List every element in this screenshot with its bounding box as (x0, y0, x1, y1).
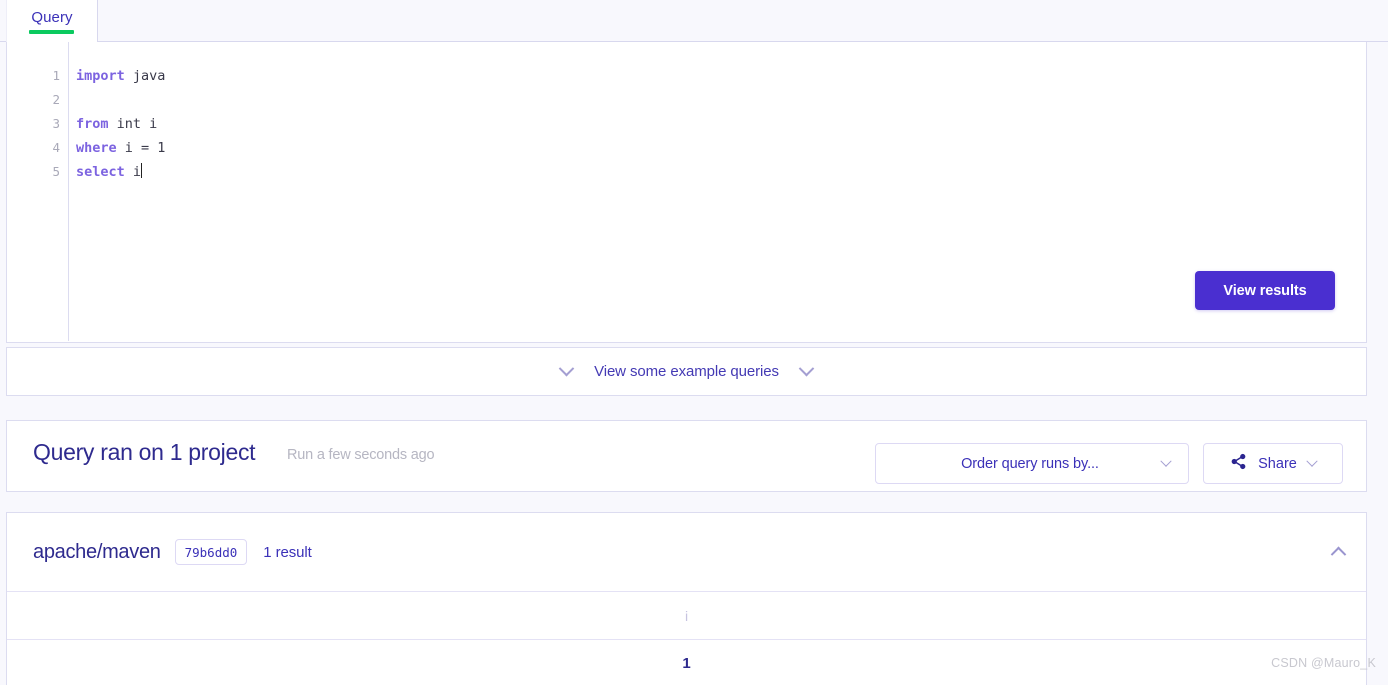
tab-query[interactable]: Query (6, 0, 98, 42)
chevron-down-icon (798, 360, 815, 377)
code-text: i (124, 164, 142, 180)
code-keyword: from (76, 116, 109, 132)
tab-active-indicator (29, 30, 74, 34)
code-keyword: import (76, 68, 125, 84)
query-editor-panel: 1 2 3 4 5 import java from int i where i… (6, 42, 1367, 343)
share-nodes-icon (1230, 453, 1247, 475)
chevron-up-icon[interactable] (1330, 546, 1347, 563)
table-row[interactable]: 1 (7, 640, 1366, 685)
run-timestamp: Run a few seconds ago (287, 447, 435, 463)
query-console-page: Query 1 2 3 4 5 import java from int i w… (0, 0, 1388, 685)
code-input-area[interactable]: import java from int i where i = 1 selec… (70, 42, 1366, 341)
line-number: 4 (52, 140, 60, 155)
column-header: i (7, 591, 1366, 640)
table-cell: 1 (682, 655, 691, 673)
share-button[interactable]: Share (1203, 443, 1343, 484)
line-number: 1 (52, 68, 60, 83)
view-example-queries-toggle[interactable]: View some example queries (7, 348, 1366, 395)
code-line: select i (76, 160, 143, 184)
results-table: i 1 (7, 591, 1366, 685)
line-number: 2 (52, 92, 60, 107)
line-number: 5 (52, 164, 60, 179)
code-keyword: where (76, 140, 117, 156)
example-queries-panel: View some example queries (6, 347, 1367, 396)
example-queries-label: View some example queries (594, 363, 779, 380)
run-info-title: Query ran on 1 project (33, 439, 256, 465)
results-table-body: 1 (7, 640, 1366, 685)
results-panel: apache/maven 79b6dd0 1 result i 1 (6, 512, 1367, 685)
code-text: java (124, 68, 166, 84)
order-query-runs-label: Order query runs by... (961, 455, 1099, 472)
code-line: where i = 1 (76, 136, 165, 160)
run-info-panel: Query ran on 1 project Run a few seconds… (6, 420, 1367, 492)
code-line: from int i (76, 112, 157, 136)
order-query-runs-select[interactable]: Order query runs by... (875, 443, 1189, 484)
editor-gutter: 1 2 3 4 5 (7, 42, 69, 341)
repository-name: apache/maven (33, 540, 161, 563)
tab-bar: Query (0, 0, 1388, 42)
results-header-row[interactable]: apache/maven 79b6dd0 1 result (7, 513, 1366, 591)
line-number: 3 (52, 116, 60, 131)
view-results-button[interactable]: View results (1195, 271, 1335, 310)
table-header-row: i (7, 591, 1366, 640)
chevron-down-icon (558, 360, 575, 377)
results-table-head: i (7, 591, 1366, 640)
code-text: i = 1 (116, 140, 166, 156)
code-line: import java (76, 64, 165, 88)
text-caret (141, 163, 143, 178)
tab-query-label: Query (31, 9, 73, 26)
chevron-down-icon (1160, 455, 1172, 467)
commit-sha-badge: 79b6dd0 (174, 539, 248, 565)
code-keyword: select (76, 164, 125, 180)
chevron-down-icon (1306, 455, 1318, 467)
share-label: Share (1258, 455, 1297, 472)
result-count-label: 1 result (263, 543, 312, 561)
code-text: int i (108, 116, 158, 132)
